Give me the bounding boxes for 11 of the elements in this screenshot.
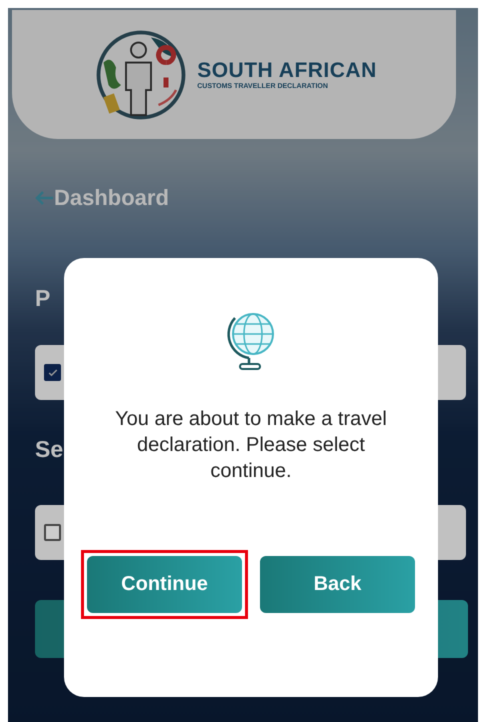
app-title: SOUTH AFRICAN <box>197 59 377 83</box>
dialog-button[interactable]: Back <box>260 556 415 613</box>
check-icon <box>46 366 58 378</box>
back-arrow-icon <box>34 190 54 206</box>
section-heading: P <box>35 285 50 312</box>
section-heading: Se <box>35 436 64 463</box>
dashboard-back-link[interactable]: Dashboard <box>34 185 169 211</box>
checkbox[interactable] <box>44 524 61 541</box>
checkbox[interactable] <box>44 364 61 381</box>
dialog-button[interactable]: Continue <box>87 556 242 613</box>
dialog-message: You are about to make a travel declaration. Please select continue. <box>115 407 387 484</box>
